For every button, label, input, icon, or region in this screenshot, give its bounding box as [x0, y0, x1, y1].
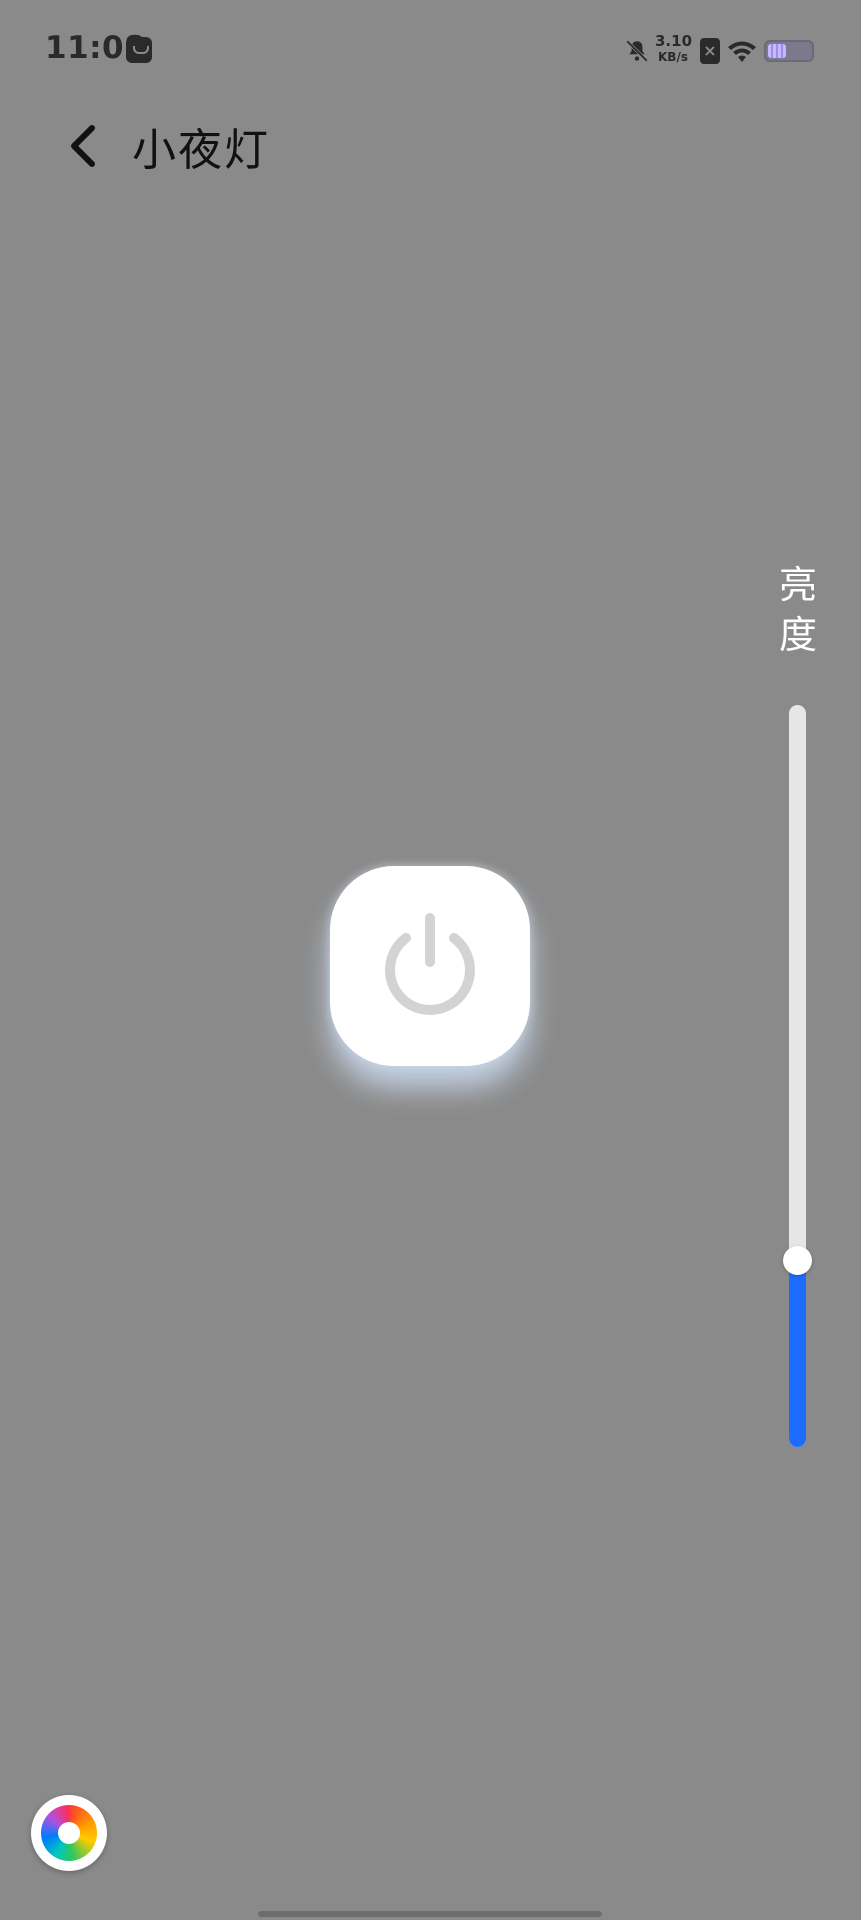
brightness-slider-fill: [789, 1261, 806, 1447]
sim-x-icon: ×: [700, 38, 720, 64]
page-header: 小夜灯: [0, 100, 861, 190]
home-indicator: [258, 1911, 602, 1917]
brightness-slider-thumb[interactable]: [783, 1246, 812, 1275]
power-button[interactable]: [330, 866, 530, 1066]
network-speed-unit: KB/s: [658, 50, 688, 64]
brightness-label-line1: 亮: [778, 563, 817, 607]
brightness-label-line2: 度: [778, 613, 817, 657]
battery-fill: [768, 44, 786, 58]
power-icon: [385, 913, 475, 1015]
brightness-label: 亮 度: [778, 560, 818, 660]
network-speed: 3.10 KB/s: [655, 32, 693, 64]
color-wheel-icon: [41, 1805, 97, 1861]
status-bar: 11:08 3.10 KB/s ×: [0, 0, 861, 100]
brightness-slider[interactable]: [783, 705, 812, 1447]
wifi-icon: [728, 41, 756, 62]
notification-app-icon: [126, 37, 152, 63]
page-title: 小夜灯: [132, 125, 270, 176]
network-speed-value: 3.10: [655, 32, 693, 50]
chevron-left-icon: [71, 125, 95, 167]
bell-off-icon: [626, 40, 648, 62]
battery-icon: [764, 40, 814, 62]
color-picker-button[interactable]: [31, 1795, 107, 1871]
back-button[interactable]: [62, 122, 106, 170]
